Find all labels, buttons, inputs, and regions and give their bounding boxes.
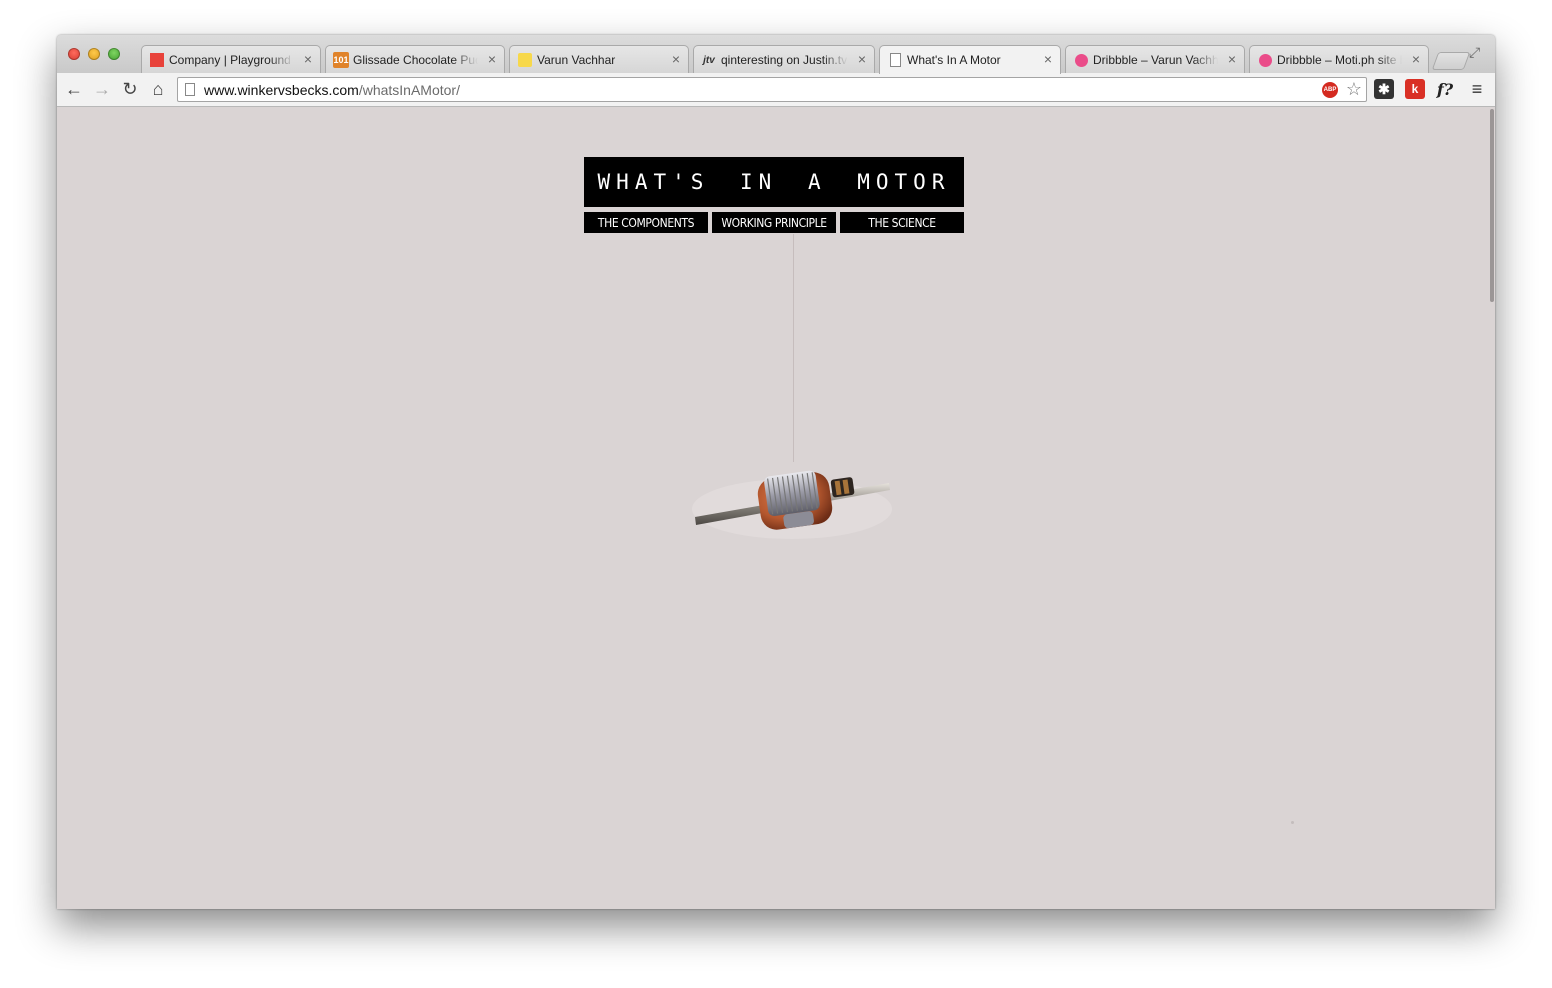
tab-justin-tv[interactable]: jtv qinteresting on Justin.tv × [693, 45, 875, 73]
site-nav: THE COMPONENTS WORKING PRINCIPLE THE SCI… [584, 212, 964, 233]
tab-whats-in-a-motor[interactable]: What's In A Motor × [879, 45, 1061, 74]
page-title: WHAT'S IN A MOTOR [584, 157, 964, 207]
page-icon [887, 52, 903, 68]
scrollbar-thumb[interactable] [1490, 109, 1494, 302]
dribbble-icon [1257, 52, 1273, 68]
tab-strip: Company | Playground In × 101 Glissade C… [57, 35, 1495, 74]
window-minimize-button[interactable] [88, 48, 100, 60]
tab-dribbble-varun[interactable]: Dribbble – Varun Vachhar × [1065, 45, 1245, 73]
extension-asterisk-icon[interactable]: ✱ [1374, 79, 1394, 99]
tab-glissade[interactable]: 101 Glissade Chocolate Pudding × [325, 45, 505, 73]
tab-close-icon[interactable]: × [672, 51, 680, 67]
fullscreen-icon[interactable]: ⤢ [1469, 44, 1480, 61]
page-viewport: WHAT'S IN A MOTOR THE COMPONENTS WORKING… [57, 107, 1495, 909]
tab-close-icon[interactable]: × [1044, 51, 1052, 67]
tab-close-icon[interactable]: × [1228, 51, 1236, 67]
tab-title: Company | Playground In [169, 53, 294, 67]
tab-title: qinteresting on Justin.tv [721, 53, 848, 67]
tab-title: Dribbble – Moti.ph site by [1277, 53, 1402, 67]
back-icon[interactable]: ← [63, 78, 85, 100]
bookmark-star-icon[interactable]: ☆ [1346, 79, 1362, 100]
window-zoom-button[interactable] [108, 48, 120, 60]
tab-close-icon[interactable]: × [858, 51, 866, 67]
window-close-button[interactable] [68, 48, 80, 60]
url-path: /whatsInAMotor/ [358, 82, 460, 98]
motor-armature-image[interactable] [687, 447, 897, 547]
tab-company-playground[interactable]: Company | Playground In × [141, 45, 321, 73]
tab-title: Glissade Chocolate Pudding [353, 53, 478, 67]
justin-tv-icon: jtv [703, 54, 715, 66]
nav-the-components[interactable]: THE COMPONENTS [584, 212, 708, 233]
kippt-extension-icon[interactable]: k [1405, 79, 1425, 99]
tab-close-icon[interactable]: × [1412, 51, 1420, 67]
yellow-square-icon [517, 52, 533, 68]
tab-close-icon[interactable]: × [488, 51, 496, 67]
page-scrollbar[interactable] [1489, 107, 1495, 909]
page-speck [1291, 821, 1294, 824]
home-icon[interactable]: ⌂ [147, 78, 169, 100]
forward-icon[interactable]: → [91, 78, 113, 100]
adblock-icon[interactable]: ABP [1322, 82, 1338, 98]
page-icon [185, 83, 195, 96]
tab-close-icon[interactable]: × [304, 51, 312, 67]
tab-varun-vachhar[interactable]: Varun Vachhar × [509, 45, 689, 73]
101-icon: 101 [333, 52, 349, 68]
new-tab-button[interactable] [1431, 52, 1471, 70]
nav-working-principle[interactable]: WORKING PRINCIPLE [712, 212, 836, 233]
whatfont-extension-icon[interactable]: f? [1435, 79, 1455, 99]
browser-toolbar: ← → ↻ ⌂ www.winkervsbecks.com/whatsInAMo… [57, 73, 1495, 107]
tab-title: Varun Vachhar [537, 53, 616, 67]
nav-the-science[interactable]: THE SCIENCE [840, 212, 964, 233]
address-bar[interactable]: www.winkervsbecks.com/whatsInAMotor/ ABP… [177, 77, 1367, 102]
tab-dribbble-moti[interactable]: Dribbble – Moti.ph site by × [1249, 45, 1429, 73]
menu-icon[interactable]: ≡ [1467, 79, 1487, 99]
reload-icon[interactable]: ↻ [119, 78, 141, 100]
dribbble-icon [1073, 52, 1089, 68]
red-square-icon [149, 52, 165, 68]
hanging-string [793, 234, 794, 462]
url-text[interactable]: www.winkervsbecks.com/whatsInAMotor/ [204, 82, 460, 98]
browser-window: Company | Playground In × 101 Glissade C… [57, 35, 1495, 909]
url-host: www.winkervsbecks.com [204, 82, 359, 98]
tab-title: What's In A Motor [907, 53, 1001, 67]
tab-title: Dribbble – Varun Vachhar [1093, 53, 1218, 67]
